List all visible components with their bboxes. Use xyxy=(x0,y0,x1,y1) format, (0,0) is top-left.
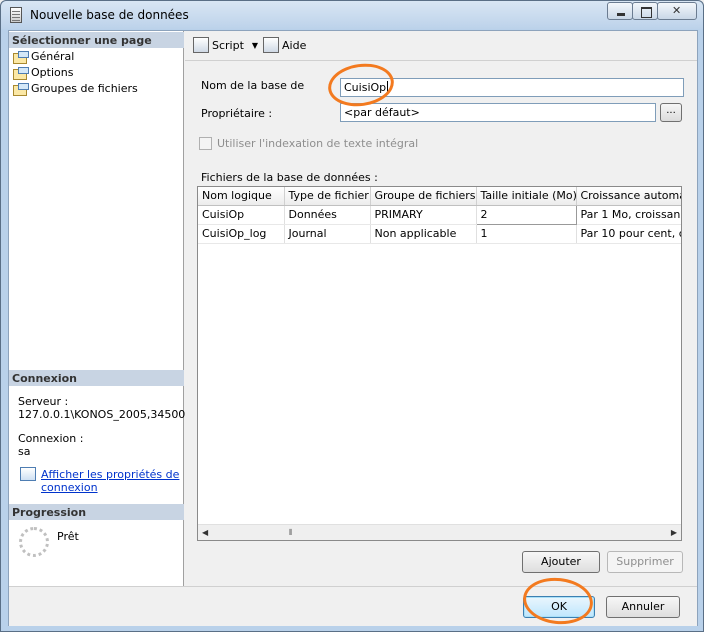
script-label: Script xyxy=(212,38,244,52)
column-header[interactable]: Type de fichier xyxy=(284,187,371,206)
table-header-row: Nom logique Type de fichier Groupe de fi… xyxy=(198,187,681,206)
db-name-input[interactable]: CuisiOp xyxy=(340,78,684,97)
sidebar-item-label: Général xyxy=(31,50,75,63)
progress-header: Progression xyxy=(9,504,184,520)
column-header[interactable]: Taille initiale (Mo) xyxy=(476,187,577,206)
sidebar-item-general[interactable]: Général xyxy=(13,49,75,64)
table-cell[interactable]: 2 xyxy=(475,204,577,225)
horizontal-scrollbar[interactable]: ◀ ⦀ ▶ xyxy=(198,524,681,540)
page-icon xyxy=(13,82,29,96)
column-header[interactable]: Croissance automatique xyxy=(576,187,681,206)
connection-label: Connexion : xyxy=(18,432,84,445)
table-cell[interactable]: CuisiOp_log xyxy=(198,224,285,244)
scroll-left-icon[interactable]: ◀ xyxy=(202,528,208,537)
text-cursor xyxy=(387,81,389,94)
table-row[interactable]: CuisiOp Données PRIMARY 2 Par 1 Mo, croi… xyxy=(198,204,681,225)
toolbar: Script ▼ Aide xyxy=(185,31,697,61)
table-cell[interactable]: Par 10 pour cent, cro xyxy=(576,224,681,244)
dialog-footer: OK Annuler xyxy=(9,586,697,626)
connection-header: Connexion xyxy=(9,370,184,386)
fulltext-label: Utiliser l'indexation de texte intégral xyxy=(217,137,419,150)
remove-button[interactable]: Supprimer xyxy=(607,551,683,573)
select-page-header: Sélectionner une page xyxy=(9,32,184,48)
chevron-down-icon[interactable]: ▼ xyxy=(252,41,258,50)
sidebar-item-label: Options xyxy=(31,66,74,79)
table-cell[interactable]: Données xyxy=(284,205,371,225)
checkbox-box[interactable] xyxy=(199,137,212,150)
help-label: Aide xyxy=(282,38,307,52)
help-icon xyxy=(263,37,279,53)
scroll-right-icon[interactable]: ▶ xyxy=(671,528,677,537)
script-icon xyxy=(193,37,209,53)
sidebar-item-label: Groupes de fichiers xyxy=(31,82,138,95)
title-bar[interactable]: Nouvelle base de données xyxy=(1,1,703,29)
dialog-window: Nouvelle base de données Sélectionner un… xyxy=(0,0,704,632)
column-header[interactable]: Groupe de fichiers xyxy=(370,187,477,206)
connection-properties-link[interactable]: Afficher les propriétés de connexion xyxy=(41,468,179,494)
table-cell[interactable]: Par 1 Mo, croissance xyxy=(576,205,681,225)
fulltext-checkbox[interactable]: Utiliser l'indexation de texte intégral xyxy=(199,137,418,150)
close-button[interactable] xyxy=(657,2,697,20)
db-name-label: Nom de la base de xyxy=(201,79,305,92)
sidebar-item-filegroups[interactable]: Groupes de fichiers xyxy=(13,81,138,96)
files-label: Fichiers de la base de données : xyxy=(201,171,378,184)
scroll-thumb[interactable]: ⦀ xyxy=(289,528,293,538)
sidebar-item-options[interactable]: Options xyxy=(13,65,73,80)
connection-properties-link-line2: connexion xyxy=(41,481,98,494)
script-button[interactable]: Script ▼ xyxy=(193,37,258,53)
connection-properties-icon xyxy=(20,467,36,481)
files-table: Nom logique Type de fichier Groupe de fi… xyxy=(198,187,681,244)
add-button[interactable]: Ajouter xyxy=(522,551,600,573)
owner-input[interactable]: <par défaut> xyxy=(340,103,656,122)
server-value: 127.0.0.1\KONOS_2005,34500 xyxy=(18,408,186,421)
server-block: Serveur : 127.0.0.1\KONOS_2005,34500 xyxy=(18,395,185,421)
connection-properties-link-line1: Afficher les propriétés de xyxy=(41,468,180,481)
connection-value: sa xyxy=(18,445,31,458)
minimize-button[interactable] xyxy=(607,2,633,20)
ok-button[interactable]: OK xyxy=(523,596,595,618)
browse-owner-button[interactable]: ... xyxy=(660,103,682,122)
progress-status: Prêt xyxy=(57,530,79,543)
cancel-button[interactable]: Annuler xyxy=(606,596,680,618)
maximize-button[interactable] xyxy=(632,2,658,20)
window-title: Nouvelle base de données xyxy=(30,8,189,22)
table-cell[interactable]: PRIMARY xyxy=(370,205,477,225)
progress-spinner-icon xyxy=(19,527,49,557)
database-icon xyxy=(10,7,22,23)
table-row[interactable]: CuisiOp_log Journal Non applicable 1 Par… xyxy=(198,224,681,244)
table-cell[interactable]: CuisiOp xyxy=(198,205,285,225)
table-cell[interactable]: 1 xyxy=(476,224,577,244)
db-name-value: CuisiOp xyxy=(344,81,387,94)
left-panel: Sélectionner une page Général Options Gr… xyxy=(9,31,185,586)
table-cell[interactable]: Non applicable xyxy=(370,224,477,244)
page-icon xyxy=(13,66,29,80)
connection-block: Connexion : sa xyxy=(18,432,83,458)
server-label: Serveur : xyxy=(18,395,69,408)
owner-label: Propriétaire : xyxy=(201,107,273,120)
column-header[interactable]: Nom logique xyxy=(198,187,285,206)
dialog-client: Sélectionner une page Général Options Gr… xyxy=(8,30,698,626)
page-icon xyxy=(13,50,29,64)
table-cell[interactable]: Journal xyxy=(284,224,371,244)
files-grid[interactable]: Nom logique Type de fichier Groupe de fi… xyxy=(197,186,682,541)
help-button[interactable]: Aide xyxy=(263,37,306,53)
